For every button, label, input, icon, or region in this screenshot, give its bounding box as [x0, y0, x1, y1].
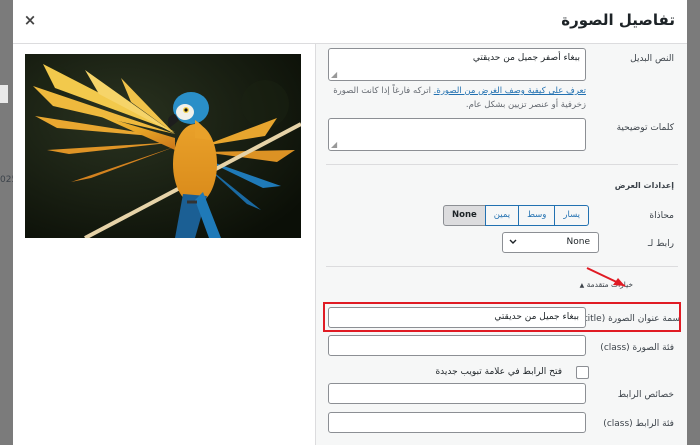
image-class-field[interactable] [328, 335, 586, 356]
link-class-label: فئة الرابط (class) [603, 419, 674, 429]
align-right-button[interactable]: يمين [484, 205, 520, 226]
image-class-label: فئة الصورة (class) [600, 343, 674, 353]
align-left-button[interactable]: يسار [554, 205, 590, 226]
attachment-settings: النص البديل ببغاء أصفر جميل من حديقتي ◢ … [315, 44, 687, 445]
alt-text-help-link[interactable]: تعرف على كيفية وصف الغرض من الصورة. [434, 86, 586, 96]
parrot-illustration [25, 54, 301, 238]
link-to-label: رابط لـ [647, 239, 674, 249]
annotation-arrow-icon [586, 267, 626, 287]
alignment-button-group: None يمين وسط يسار [443, 205, 590, 226]
image-details-modal: تفاصيل الصورة × النص البديل ببغاء أصفر ج… [13, 0, 687, 445]
chevron-down-icon [509, 239, 517, 244]
display-settings-heading: إعدادات العرض [614, 181, 674, 190]
resize-handle-icon[interactable]: ◢ [331, 70, 337, 79]
align-none-button[interactable]: None [443, 205, 486, 226]
alt-text-value: ببغاء أصفر جميل من حديقتي [472, 53, 580, 63]
link-rel-label: خصائص الرابط [617, 390, 674, 400]
close-icon[interactable]: × [23, 13, 37, 28]
resize-handle-icon[interactable]: ◢ [331, 140, 337, 149]
link-to-select[interactable]: None [502, 232, 599, 253]
align-center-button[interactable]: وسط [518, 205, 556, 226]
background-text: 025 [0, 175, 13, 185]
caption-label: كلمات توضيحية [616, 123, 674, 133]
alt-text-label: النص البديل [630, 54, 674, 64]
background-control [0, 85, 8, 103]
link-rel-field[interactable] [328, 383, 586, 404]
alt-text-help: تعرف على كيفية وصف الغرض من الصورة. اترك… [328, 84, 586, 112]
open-new-tab-checkbox[interactable] [576, 366, 589, 379]
link-to-value: None [566, 237, 590, 247]
modal-title: تفاصيل الصورة [561, 11, 675, 29]
alt-text-field[interactable]: ببغاء أصفر جميل من حديقتي ◢ [328, 48, 586, 81]
alignment-label: محاذاة [649, 211, 674, 221]
parrot-image [25, 54, 301, 238]
image-preview-pane [13, 44, 315, 445]
divider [326, 164, 678, 165]
caption-field[interactable]: ◢ [328, 118, 586, 151]
link-class-field[interactable] [328, 412, 586, 433]
annotation-highlight-box [323, 302, 681, 332]
modal-header: تفاصيل الصورة × [13, 0, 687, 44]
open-new-tab-label: فتح الرابط في علامة تبويب جديدة [435, 367, 562, 377]
